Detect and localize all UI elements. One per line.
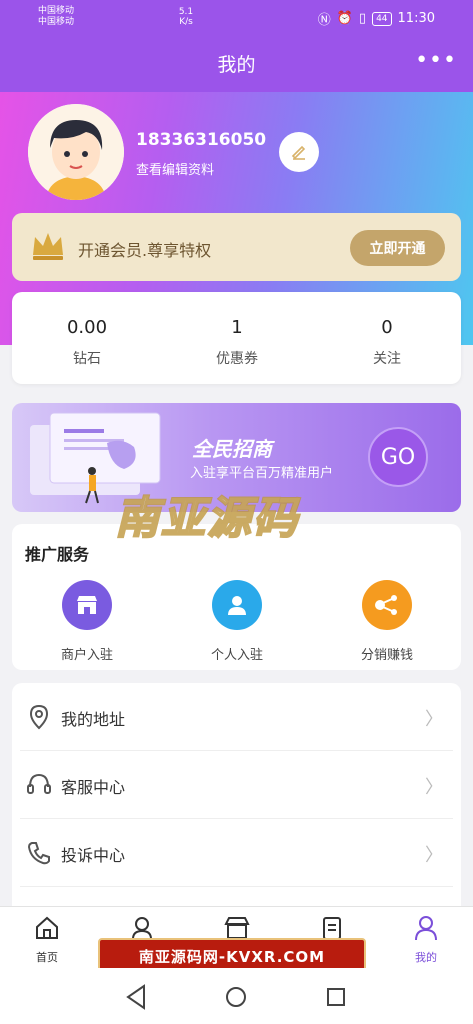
page-title: 我的 bbox=[217, 54, 256, 76]
menu-item-complaints[interactable]: 投诉中心 〉 bbox=[12, 819, 461, 887]
tab-label: 我的 bbox=[415, 951, 437, 964]
carrier-label: 中国移动 bbox=[38, 6, 75, 16]
divider bbox=[20, 886, 453, 887]
tab-mine[interactable]: 我的 bbox=[379, 907, 473, 969]
home-nav-icon[interactable] bbox=[226, 987, 246, 1007]
shop-icon bbox=[62, 580, 112, 630]
headset-icon bbox=[27, 773, 51, 794]
section-title: 推广服务 bbox=[25, 545, 90, 564]
tab-home[interactable]: 首页 bbox=[0, 907, 94, 969]
chevron-right-icon: 〉 bbox=[425, 777, 443, 798]
alarm-icon: ⏰ bbox=[336, 11, 353, 26]
open-vip-button[interactable]: 立即开通 bbox=[350, 230, 445, 266]
stat-value: 0.00 bbox=[66, 317, 108, 338]
battery-icon: 44 bbox=[372, 11, 392, 26]
more-menu-icon[interactable]: ••• bbox=[415, 48, 457, 73]
vibrate-icon: ▯ bbox=[358, 11, 367, 26]
crown-icon bbox=[33, 233, 63, 260]
personal-join-button[interactable]: 个人入驻 bbox=[162, 580, 312, 663]
banner-subtitle: 入驻享平台百万精准用户 bbox=[190, 466, 334, 481]
merchant-join-button[interactable]: 商户入驻 bbox=[12, 580, 162, 663]
chevron-right-icon: 〉 bbox=[425, 709, 443, 730]
vip-promo-text: 开通会员.尊享特权 bbox=[78, 241, 212, 260]
status-bar: 中国移动 中国移动 5.1 K/s Ⓝ ⏰ ▯ 44 11:30 bbox=[0, 0, 473, 34]
avatar[interactable] bbox=[28, 104, 124, 200]
menu-item-customer-service[interactable]: 客服中心 〉 bbox=[12, 751, 461, 819]
pencil-icon bbox=[291, 145, 306, 160]
back-icon[interactable] bbox=[126, 984, 145, 1010]
home-icon bbox=[36, 916, 58, 939]
menu-item-label: 客服中心 bbox=[61, 778, 126, 797]
banner-title: 全民招商 bbox=[192, 437, 272, 461]
stat-diamonds[interactable]: 0.00 钻石 bbox=[12, 292, 162, 384]
distribution-earn-button[interactable]: 分销赚钱 bbox=[312, 580, 462, 663]
edit-profile-button[interactable] bbox=[279, 132, 319, 172]
stats-card: 0.00 钻石 1 优惠券 0 关注 bbox=[12, 292, 461, 384]
edit-profile-link[interactable]: 查看编辑资料 bbox=[136, 159, 214, 178]
phone-icon bbox=[27, 842, 50, 865]
stat-follows[interactable]: 0 关注 bbox=[312, 292, 462, 384]
carrier-label-2: 中国移动 bbox=[38, 17, 75, 27]
settings-menu: 我的地址 〉 客服中心 〉 投诉中心 〉 bbox=[12, 683, 461, 913]
watermark-label: 南亚源码网-KVXR.COM bbox=[138, 947, 326, 966]
stat-label: 优惠券 bbox=[216, 351, 258, 367]
stat-label: 关注 bbox=[373, 351, 401, 367]
chevron-right-icon: 〉 bbox=[425, 845, 443, 866]
menu-item-label: 我的地址 bbox=[61, 710, 126, 729]
share-icon bbox=[362, 580, 412, 630]
watermark-text: 南亚源码 bbox=[114, 492, 299, 545]
stat-value: 0 bbox=[381, 317, 393, 338]
menu-item-label: 投诉中心 bbox=[61, 846, 126, 865]
promo-item-label: 个人入驻 bbox=[210, 648, 263, 663]
stat-coupons[interactable]: 1 优惠券 bbox=[162, 292, 312, 384]
location-icon bbox=[29, 704, 49, 730]
system-navigation-bar bbox=[0, 968, 473, 1024]
promo-item-label: 商户入驻 bbox=[60, 648, 113, 663]
menu-item-address[interactable]: 我的地址 〉 bbox=[12, 683, 461, 751]
stat-value: 1 bbox=[231, 317, 243, 338]
network-speed: 5.1 K/s bbox=[178, 7, 194, 27]
stat-label: 钻石 bbox=[73, 351, 101, 367]
tab-label: 首页 bbox=[36, 951, 58, 964]
person-icon bbox=[212, 580, 262, 630]
nfc-icon: Ⓝ bbox=[317, 13, 331, 28]
user-icon bbox=[415, 916, 437, 941]
promo-item-label: 分销赚钱 bbox=[360, 648, 413, 663]
vip-card: 开通会员.尊享特权 立即开通 bbox=[12, 213, 461, 281]
go-button[interactable]: GO bbox=[368, 427, 428, 487]
user-phone: 18336316050 bbox=[136, 130, 267, 150]
recents-icon[interactable] bbox=[327, 988, 345, 1006]
clock: 11:30 bbox=[397, 11, 435, 26]
